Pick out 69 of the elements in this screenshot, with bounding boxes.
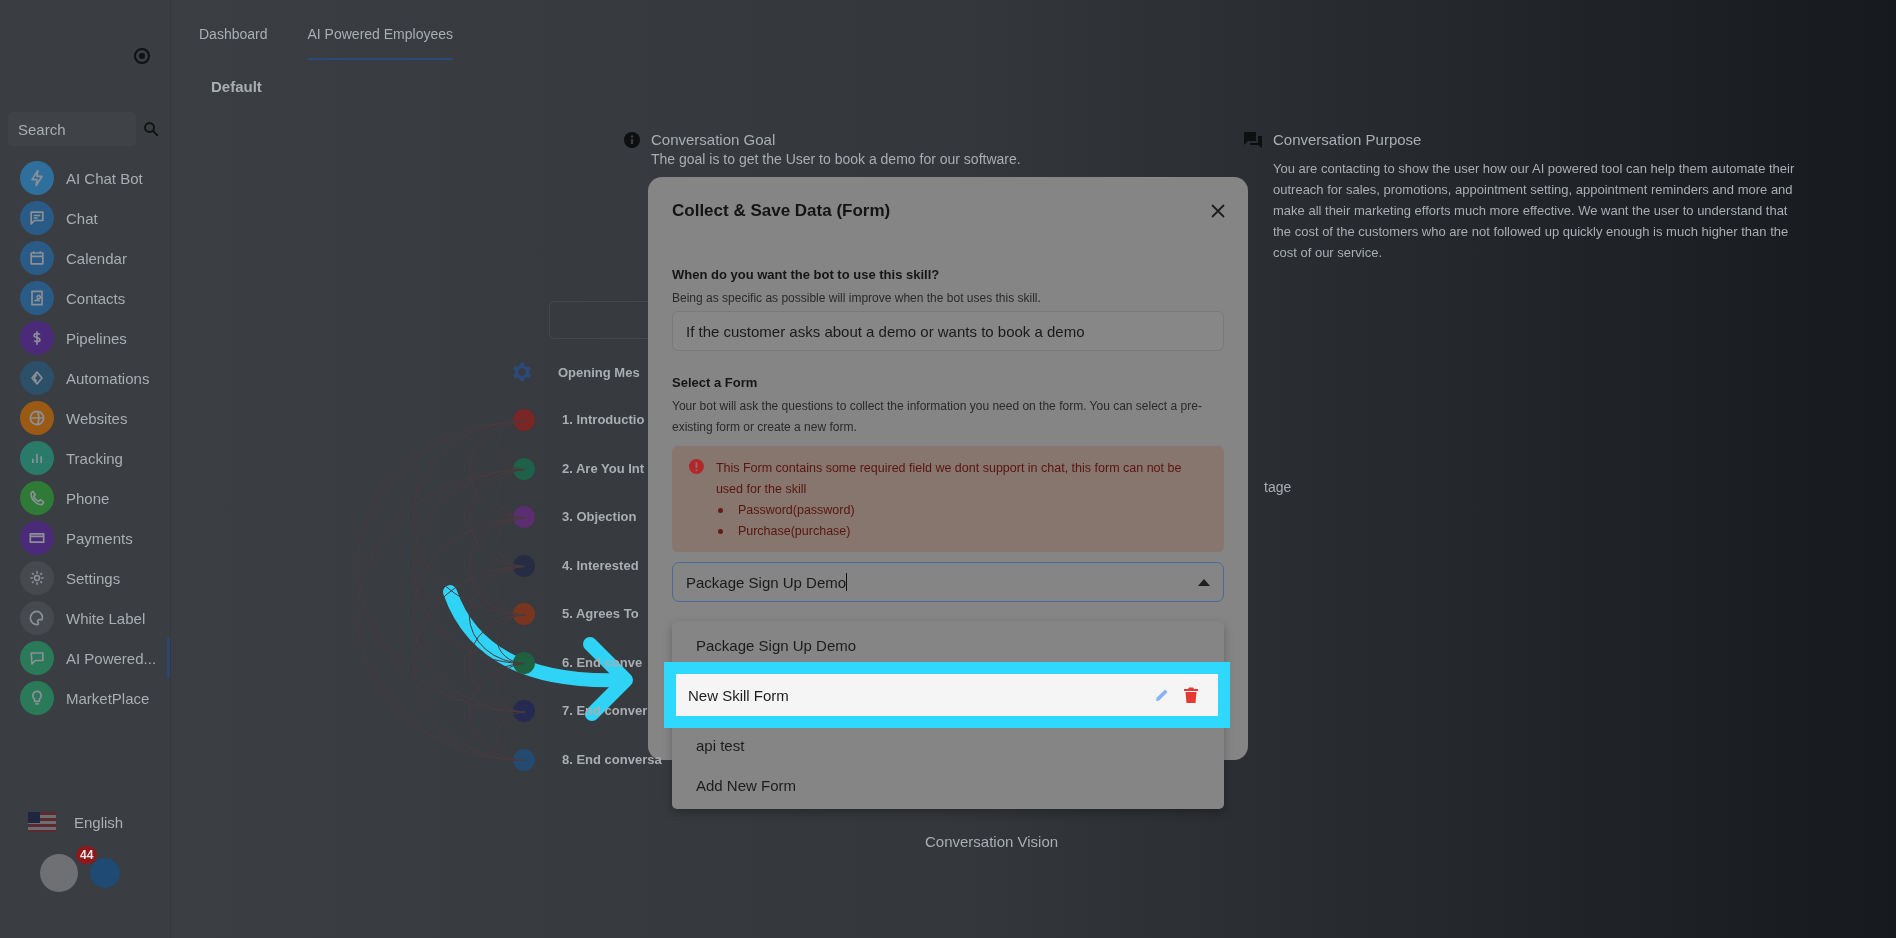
nav-item[interactable]: White Label [0,598,170,638]
pencil-icon[interactable] [1154,687,1170,703]
step-label[interactable]: 2. Are You Int [562,460,645,476]
subtab[interactable]: Default [211,78,262,95]
field-hint: Your bot will ask the questions to collect the information you need on the form. You can select a pre-existing form or create a new form. [672,398,1203,436]
error-icon [689,458,704,475]
step-label[interactable]: 5. Agrees To [562,606,639,621]
alert-item: Purchase(purchase) [737,523,851,540]
flag-icon [28,812,56,832]
nav-item[interactable]: Websites [0,398,170,438]
nav-item[interactable]: MarketPlace [0,678,170,718]
step-label[interactable]: 3. Objection [562,509,637,524]
dropdown-option[interactable]: Add New Form [672,765,1224,805]
step-dot[interactable] [513,457,535,480]
dropdown-option[interactable]: api test [672,725,1224,765]
dialog-title: Collect & Save Data (Form) [672,201,891,221]
field-label: Select a Form [672,375,759,390]
step-dot[interactable] [513,506,535,528]
nav-item[interactable]: Phone [0,478,170,518]
dropdown-option[interactable]: Package Sign Up Demo [672,625,1224,665]
dropdown-option[interactable]: New Skill Form [664,662,1230,728]
nav-item[interactable]: Chat [0,198,170,238]
nav-item[interactable]: Calendar [0,238,170,278]
radio-icon[interactable] [134,48,150,64]
section-title: Conversation Purpose [1273,131,1422,148]
nav-item[interactable]: Tracking [0,438,170,478]
purpose-text: You are contacting to show the user how our AI powered tool can help them automate their outreach for sales, promotions, appointment setting, appointment reminders and more and make all their marketing efforts much more effective. We want the user to understand that the cost of the customers who are not followed up quickly enough is much higher than the cost of our service. [1273,160,1796,262]
step-dot[interactable] [513,409,535,431]
nav-item[interactable]: AI Powered... [0,638,170,678]
alert-item: Password(password) [737,502,855,519]
trash-icon[interactable] [1184,687,1198,703]
tab[interactable]: AI Powered Employees [307,26,454,60]
language-selector[interactable]: English [0,812,170,832]
chat-icon [1244,131,1262,148]
field-label: When do you want the bot to use this skill? [672,267,941,282]
nav-item[interactable]: Pipelines [0,318,170,358]
step-dot[interactable] [513,700,535,722]
section-title: Opening Mes [558,364,640,380]
step-label[interactable]: 8. End conversa [562,751,662,767]
avatar[interactable] [90,858,120,888]
step-label[interactable]: 1. Introductio [562,412,645,427]
caret-icon [1198,578,1210,586]
form-select[interactable]: Package Sign Up Demo [672,562,1224,602]
bullet-icon [717,529,723,534]
search-icon[interactable] [142,120,160,138]
nav-item[interactable]: AI Chat Bot [0,158,170,198]
notification-badge: 44 [76,846,98,864]
nav-item[interactable]: Payments [0,518,170,558]
tab[interactable]: Dashboard [199,26,268,60]
field-hint: Being as specific as possible will improve when the bot uses this skill. [672,290,1042,307]
search-field[interactable]: Search [8,112,136,146]
step-dot[interactable] [513,554,535,577]
step-label[interactable]: 4. Interested [562,557,639,573]
section-title: Conversation Goal [651,131,776,148]
nav-item[interactable]: Contacts [0,278,170,318]
alert-text: This Form contains some required field we dont support in chat, this form can not be used for the skill [715,460,1183,498]
gear-icon[interactable] [511,361,533,383]
goal-text: The goal is to get the User to book a demo for our software. [650,151,1022,167]
step-dot[interactable] [513,603,535,625]
input-field[interactable]: If the customer asks about a demo or wants to book a demo [672,311,1224,351]
avatar[interactable] [40,854,78,892]
close-icon[interactable] [1210,203,1226,219]
nav-item[interactable]: Automations [0,358,170,398]
info-icon [624,131,640,148]
step-dot[interactable] [513,748,535,771]
bullet-icon [717,508,723,513]
nav-item[interactable]: Settings [0,558,170,598]
stage-label: tage [1264,479,1293,495]
section-title: Conversation Vision [925,833,1060,850]
